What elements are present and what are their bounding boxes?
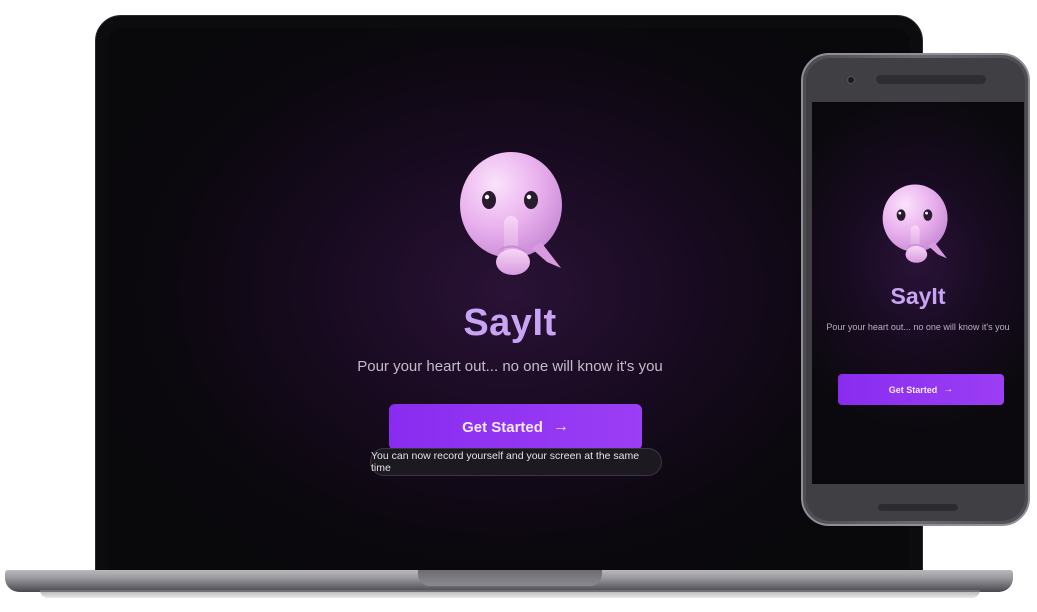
landing-hero: SayIt Pour your heart out... no one will…	[108, 28, 910, 573]
phone-camera	[848, 77, 854, 83]
shushing-face-icon	[460, 152, 562, 275]
shushing-face-icon	[882, 184, 948, 263]
get-started-button[interactable]: Get Started →	[838, 374, 1004, 405]
get-started-button[interactable]: Get Started →	[389, 404, 642, 450]
app-tagline: Pour your heart out... no one will know …	[826, 322, 1010, 332]
laptop-base-shadow	[40, 590, 980, 598]
notification-toast[interactable]: You can now record yourself and your scr…	[370, 448, 662, 476]
phone-home-indicator	[878, 504, 958, 511]
phone-screen: SayIt Pour your heart out... no one will…	[812, 102, 1024, 484]
get-started-label: Get Started	[462, 418, 543, 436]
arrow-right-icon: →	[552, 418, 569, 435]
arrow-right-icon: →	[943, 384, 954, 395]
phone-speaker	[876, 75, 986, 84]
phone-frame: SayIt Pour your heart out... no one will…	[801, 53, 1030, 526]
app-title: SayIt	[890, 283, 946, 309]
laptop-screen: SayIt Pour your heart out... no one will…	[108, 28, 910, 574]
laptop-opening-notch	[418, 570, 602, 586]
phone-bezel: SayIt Pour your heart out... no one will…	[806, 58, 1025, 521]
app-tagline: Pour your heart out... no one will know …	[357, 358, 663, 375]
app-title: SayIt	[463, 302, 557, 344]
laptop-frame: SayIt Pour your heart out... no one will…	[95, 15, 923, 575]
get-started-label: Get Started	[888, 384, 938, 395]
